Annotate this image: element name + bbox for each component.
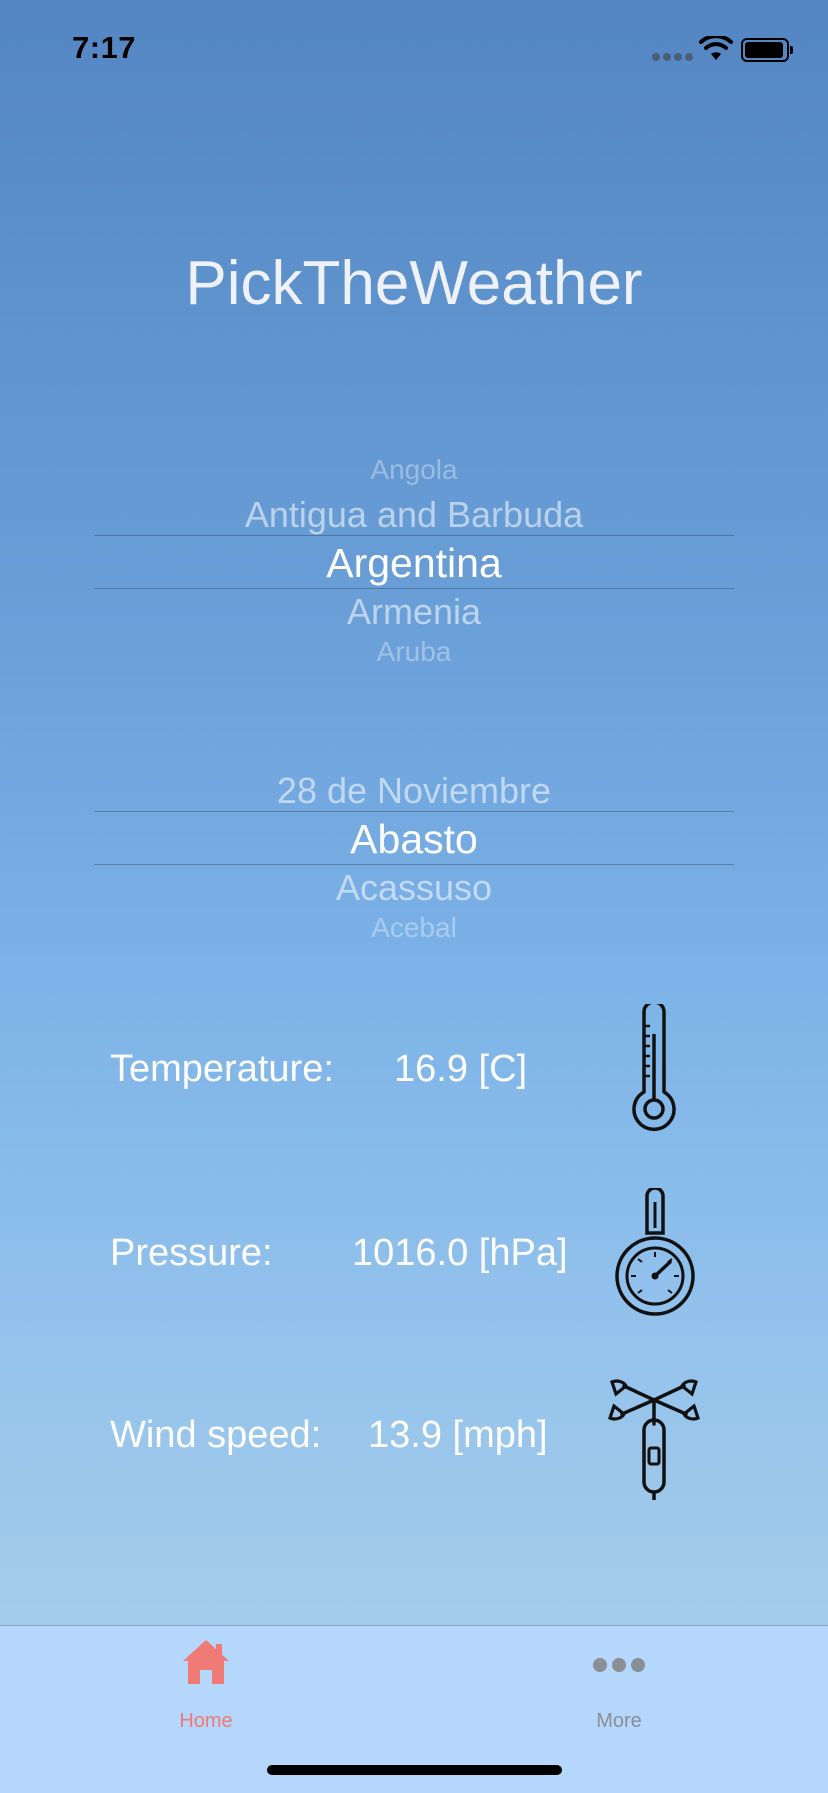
- home-icon: [183, 1640, 229, 1684]
- picker-selection-line-top: [94, 535, 734, 536]
- picker-selection-line-top: [94, 811, 734, 812]
- status-time: 7:17: [72, 30, 137, 65]
- picker-selection-line-bottom: [94, 588, 734, 589]
- tab-home[interactable]: Home: [106, 1626, 306, 1746]
- picker-option[interactable]: 28 de Noviembre: [94, 770, 734, 812]
- tab-more[interactable]: More: [519, 1626, 719, 1746]
- status-bar: 7:17: [0, 0, 828, 100]
- thermometer-icon: [632, 1004, 676, 1131]
- picker-option[interactable]: Armenia: [94, 591, 734, 633]
- wifi-icon: [699, 36, 733, 60]
- home-indicator[interactable]: [267, 1765, 562, 1775]
- city-picker[interactable]: 28 de Noviembre Abasto Acassuso Acebal: [94, 770, 734, 950]
- country-picker[interactable]: Angola Antigua and Barbuda Argentina Arm…: [94, 450, 734, 670]
- temperature-label: Temperature:: [110, 1048, 334, 1090]
- pressure-label: Pressure:: [110, 1232, 273, 1274]
- tab-home-label: Home: [179, 1710, 233, 1732]
- anemometer-icon: [608, 1379, 700, 1500]
- picker-option[interactable]: Angola: [94, 454, 734, 486]
- cellular-signal-icon: [652, 53, 693, 61]
- barometer-icon: [615, 1188, 695, 1316]
- wind-value: 13.9 [mph]: [368, 1414, 548, 1456]
- picker-option[interactable]: Acebal: [94, 912, 734, 944]
- more-icon: [593, 1658, 645, 1672]
- picker-selected-option[interactable]: Argentina: [94, 540, 734, 587]
- wind-label: Wind speed:: [110, 1414, 322, 1456]
- picker-option[interactable]: Aruba: [94, 636, 734, 668]
- app-title: PickTheWeather: [185, 249, 643, 318]
- pressure-value: 1016.0 [hPa]: [352, 1232, 568, 1274]
- tab-more-label: More: [596, 1710, 642, 1732]
- picker-option[interactable]: Antigua and Barbuda: [94, 494, 734, 536]
- picker-selection-line-bottom: [94, 864, 734, 865]
- picker-option[interactable]: Acassuso: [94, 867, 734, 909]
- picker-selected-option[interactable]: Abasto: [94, 816, 734, 863]
- temperature-value: 16.9 [C]: [394, 1048, 528, 1090]
- battery-icon: [741, 38, 793, 62]
